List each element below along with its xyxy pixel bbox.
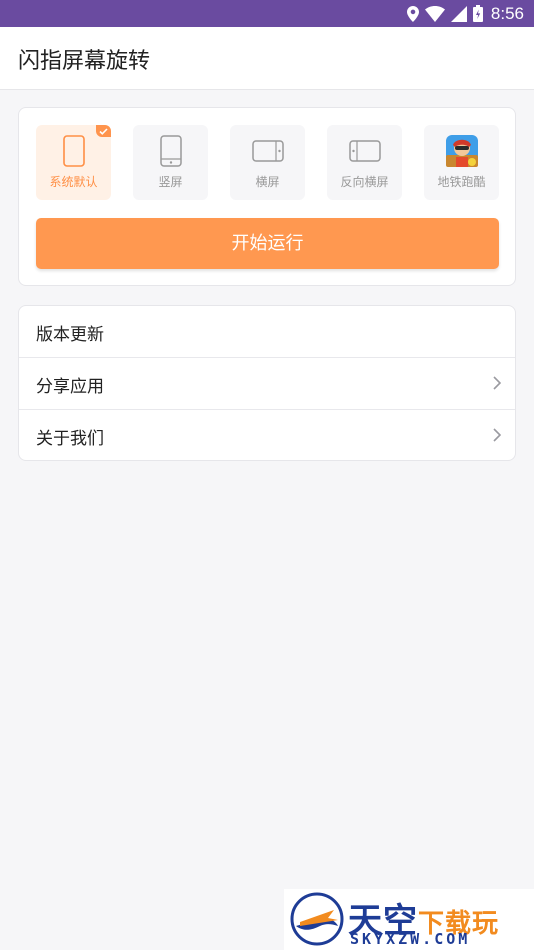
- mode-reverse-landscape[interactable]: 反向横屏: [327, 125, 402, 200]
- mode-label: 竖屏: [158, 175, 183, 189]
- reverse-landscape-phone-icon: [327, 135, 402, 167]
- menu-item-label: 分享应用: [36, 377, 104, 397]
- battery-icon: [472, 5, 483, 22]
- watermark: 天空下载玩 SKYXZW.COM: [284, 889, 534, 950]
- sky-logo-icon: [290, 892, 344, 950]
- phone-outline-icon: [36, 135, 111, 167]
- settings-menu-card: 版本更新 分享应用 关于我们: [18, 305, 516, 461]
- wifi-icon: [424, 5, 445, 22]
- mode-landscape[interactable]: 横屏: [230, 125, 305, 200]
- watermark-domain: SKYXZW.COM: [350, 930, 471, 948]
- chevron-right-icon: [493, 375, 502, 394]
- menu-item-label: 版本更新: [36, 325, 104, 345]
- subway-surfers-app-icon: [424, 135, 499, 167]
- chevron-right-icon: [493, 427, 502, 446]
- landscape-phone-icon: [230, 135, 305, 167]
- mode-system-default[interactable]: 系统默认: [36, 125, 111, 200]
- mode-label: 地铁跑酷: [437, 175, 486, 189]
- menu-item-share-app[interactable]: 分享应用: [19, 358, 515, 410]
- status-icons: 8:56: [406, 0, 524, 27]
- mode-app-subway-surfers[interactable]: 地铁跑酷: [424, 125, 499, 200]
- mode-label: 反向横屏: [340, 175, 389, 189]
- status-time: 8:56: [490, 3, 524, 23]
- mode-label: 系统默认: [49, 175, 98, 189]
- rotation-mode-list: 系统默认 竖屏 横屏 反向横屏 地铁跑酷: [36, 125, 499, 200]
- portrait-phone-icon: [133, 135, 208, 167]
- rotation-mode-card: 系统默认 竖屏 横屏 反向横屏 地铁跑酷 开始运行: [18, 107, 516, 286]
- start-button[interactable]: 开始运行: [36, 218, 499, 269]
- menu-item-version-update[interactable]: 版本更新: [19, 306, 515, 358]
- status-bar: 8:56: [0, 0, 534, 27]
- signal-icon: [450, 5, 467, 22]
- menu-item-label: 关于我们: [36, 429, 104, 449]
- menu-item-about-us[interactable]: 关于我们: [19, 410, 515, 462]
- app-title: 闪指屏幕旋转: [18, 49, 151, 74]
- mode-portrait[interactable]: 竖屏: [133, 125, 208, 200]
- location-icon: [406, 5, 419, 22]
- mode-label: 横屏: [255, 175, 280, 189]
- app-bar: 闪指屏幕旋转: [0, 27, 534, 90]
